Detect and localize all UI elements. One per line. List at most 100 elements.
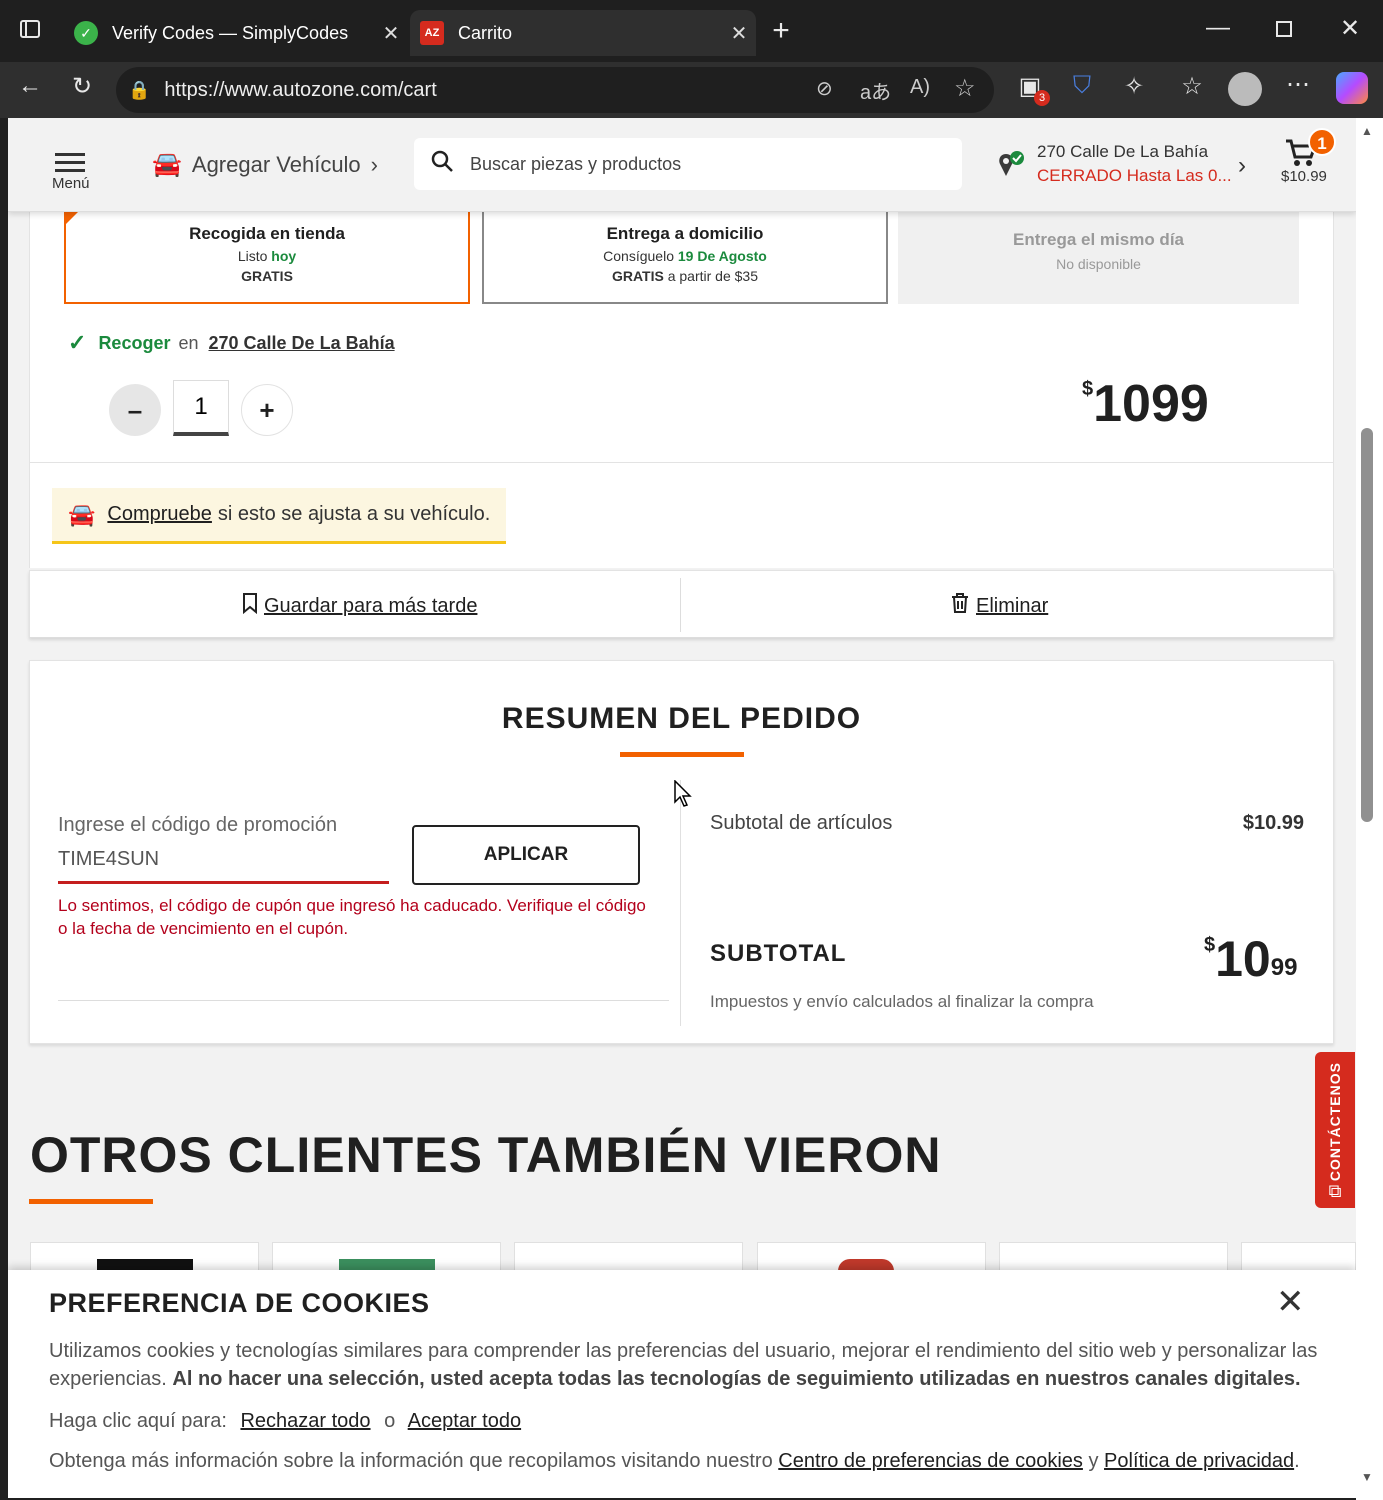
favorites-icon[interactable]: ☆ [1174, 72, 1210, 101]
site-info-icon[interactable]: 🔒 [128, 80, 150, 101]
cookie-more-info-text: Obtenga más información sobre la informa… [49, 1450, 773, 1472]
extension-badge: 3 [1034, 90, 1050, 106]
tab-title: Verify Codes — SimplyCodes [112, 22, 349, 43]
copilot-icon[interactable] [1336, 72, 1368, 104]
scrollbar-thumb[interactable] [1361, 428, 1373, 822]
promo-label: Ingrese el código de promoción [58, 814, 338, 836]
save-for-later-label: Guardar para más tarde [264, 594, 478, 617]
favorite-star-icon[interactable]: ☆ [954, 74, 976, 103]
extensions-puzzle-icon[interactable]: ✧ [1116, 72, 1152, 101]
store-chevron-icon[interactable]: › [1238, 152, 1246, 180]
checkmark-icon: ✓ [68, 330, 87, 355]
pickup-store-link[interactable]: 270 Calle De La Bahía [209, 333, 395, 354]
trash-icon [950, 592, 970, 620]
close-tab-icon[interactable]: ✕ [374, 21, 408, 46]
item-actions-row [29, 570, 1334, 638]
cookie-and: y [1088, 1450, 1099, 1472]
fit-check-banner: 🚘 Compruebe si esto se ajusta a su vehíc… [52, 488, 506, 544]
promo-error-message: Lo sentimos, el código de cupón que ingr… [58, 896, 646, 938]
quantity-decrease-button[interactable]: – [109, 384, 161, 436]
search-input[interactable]: Buscar piezas y productos [414, 138, 962, 190]
tracking-icon[interactable]: ⊘ [816, 76, 833, 101]
privacy-policy-link[interactable]: Política de privacidad [1104, 1450, 1294, 1472]
read-aloud-icon[interactable]: A) [910, 76, 930, 99]
scroll-up-icon[interactable]: ▲ [1361, 124, 1373, 138]
scroll-down-icon[interactable]: ▼ [1361, 1470, 1373, 1484]
tab-title: Carrito [458, 22, 513, 43]
cookie-click-here: Haga clic aquí para: [49, 1410, 227, 1432]
delivery-get-label: Consíguelo [603, 248, 674, 264]
same-day-status: No disponible [1056, 256, 1141, 272]
remove-label: Eliminar [976, 594, 1049, 617]
save-for-later-button[interactable]: Guardar para más tarde [242, 592, 477, 620]
same-day-option: Entrega el mismo día No disponible [898, 212, 1299, 304]
vehicle-warning-icon: 🚘 [68, 501, 96, 527]
pickup-option[interactable]: Recogida en tienda Listo hoy GRATIS [64, 212, 470, 304]
cart-count-badge: 1 [1308, 128, 1336, 156]
add-vehicle-label: Agregar Vehículo [191, 151, 361, 177]
pickup-title: Recogida en tienda [189, 224, 345, 243]
profile-avatar[interactable] [1228, 72, 1262, 106]
apply-promo-button[interactable]: APLICAR [412, 825, 640, 885]
site-header: Menú 🚘 Agregar Vehículo › Buscar piezas … [8, 118, 1356, 212]
item-price: $ 10 99 [1082, 376, 1209, 432]
accept-all-link[interactable]: Aceptar todo [408, 1410, 521, 1432]
cookie-actions: Haga clic aquí para: Rechazar todo o Ace… [49, 1407, 521, 1435]
subtotal-label: SUBTOTAL [710, 940, 847, 967]
tab-actions-icon[interactable] [12, 18, 48, 47]
recommendations-title: OTROS CLIENTES TAMBIÉN VIERON [30, 1127, 942, 1183]
mouse-cursor [674, 779, 694, 813]
fit-check-link[interactable]: Compruebe [107, 503, 212, 526]
extension-icon[interactable]: ▣ 3 [1012, 72, 1050, 106]
more-options-icon[interactable]: ⋯ [1280, 70, 1316, 99]
simplycodes-icon: ✓ [74, 21, 98, 45]
contact-us-tab[interactable]: CONTÁCTENOS ⧉ [1315, 1052, 1355, 1208]
actions-divider [680, 578, 681, 632]
delivery-date: 19 De Agosto [677, 248, 767, 264]
tab-simplycodes[interactable]: ✓ Verify Codes — SimplyCodes ✕ [64, 10, 408, 56]
shield-extension-icon[interactable]: ⛉ [1064, 72, 1100, 100]
reject-all-link[interactable]: Rechazar todo [240, 1410, 370, 1432]
price-symbol: $ [1082, 378, 1094, 400]
quantity-increase-button[interactable]: + [241, 384, 293, 436]
add-vehicle-button[interactable]: 🚘 Agregar Vehículo › [152, 150, 378, 179]
close-tab-icon[interactable]: ✕ [722, 21, 756, 46]
url-text: https://www.autozone.com/cart [164, 78, 437, 101]
subtotal-symbol: $ [1204, 934, 1216, 956]
fit-check-text: si esto se ajusta a su vehículo. [217, 503, 491, 525]
translate-icon[interactable]: aあ [860, 76, 891, 105]
browser-tab-bar: ✓ Verify Codes — SimplyCodes ✕ AZ Carrit… [0, 0, 1383, 62]
pickup-ready-when: hoy [271, 248, 297, 264]
home-delivery-option[interactable]: Entrega a domicilio Consíguelo 19 De Ago… [482, 212, 888, 304]
search-placeholder: Buscar piezas y productos [470, 153, 682, 174]
remove-item-button[interactable]: Eliminar [950, 592, 1048, 620]
maximize-icon[interactable] [1266, 16, 1302, 44]
contact-us-label: CONTÁCTENOS [1327, 1062, 1343, 1182]
tab-carrito[interactable]: AZ Carrito ✕ [410, 10, 756, 56]
car-icon: 🚘 [152, 151, 182, 178]
delivery-title: Entrega a domicilio [606, 224, 764, 243]
minimize-icon[interactable]: — [1200, 14, 1236, 42]
refresh-icon[interactable]: ↻ [64, 72, 100, 101]
browser-toolbar: ← ↻ 🔒 https://www.autozone.com/cart ⊘ aあ… [0, 62, 1383, 118]
chevron-right-icon: › [370, 151, 378, 177]
new-tab-icon[interactable]: + [763, 14, 799, 48]
store-address[interactable]: 270 Calle De La Bahía [1037, 142, 1208, 162]
cookie-more-info: Obtenga más información sobre la informa… [49, 1447, 1300, 1475]
chat-icon: ⧉ [1328, 1181, 1342, 1202]
close-cookie-icon[interactable]: ✕ [1276, 1282, 1305, 1322]
promo-code-input[interactable]: TIME4SUN [58, 846, 389, 884]
cookie-preference-center-link[interactable]: Centro de preferencias de cookies [778, 1450, 1083, 1472]
close-window-icon[interactable]: ✕ [1332, 14, 1368, 43]
quantity-input[interactable]: 1 [173, 380, 229, 436]
cookie-body: Utilizamos cookies y tecnologías similar… [49, 1337, 1319, 1393]
search-icon [430, 149, 454, 180]
cart-total: $10.99 [1281, 168, 1327, 185]
pickup-price: GRATIS [241, 268, 293, 284]
pickup-confirm-label: Recoger [98, 332, 171, 353]
summary-divider [680, 780, 681, 1026]
menu-button[interactable] [55, 148, 85, 177]
address-bar[interactable]: 🔒 https://www.autozone.com/cart ⊘ aあ A) … [116, 67, 994, 113]
back-icon[interactable]: ← [12, 72, 48, 100]
pickup-ready-label: Listo [237, 248, 268, 264]
